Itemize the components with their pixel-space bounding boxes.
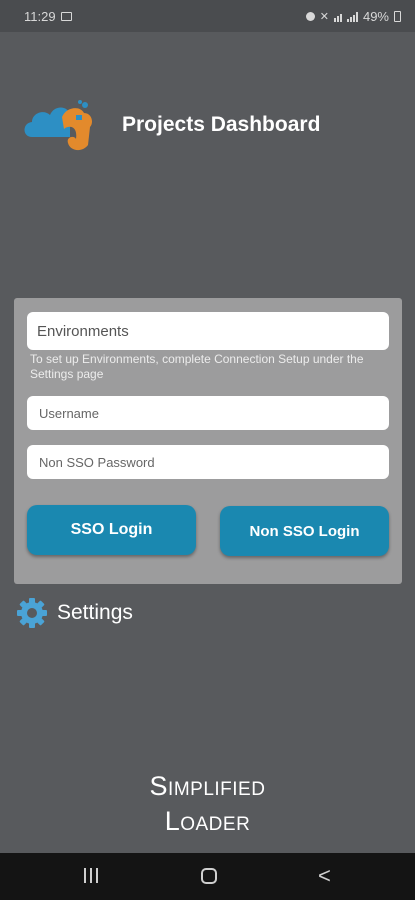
non-sso-password-input[interactable] (37, 453, 389, 471)
username-input[interactable] (37, 404, 389, 422)
status-icons: ✕ 49% (305, 9, 401, 24)
battery-text: 49% (362, 9, 389, 24)
alarm-icon (305, 12, 315, 21)
brand-line-2: Loader (164, 806, 251, 836)
sso-login-button[interactable]: SSO Login (27, 505, 196, 555)
system-nav-bar: < (0, 853, 415, 900)
home-icon[interactable] (201, 868, 217, 884)
login-panel: Environments To set up Environments, com… (14, 298, 402, 584)
environments-label: Environments (37, 322, 129, 340)
non-sso-login-button[interactable]: Non SSO Login (220, 506, 389, 556)
status-time: 11:29 (24, 9, 56, 24)
gear-icon (17, 598, 47, 628)
settings-link[interactable]: Settings (16, 597, 133, 629)
recents-icon[interactable] (84, 868, 98, 883)
mute-icon: ✕ (319, 11, 329, 23)
app-title: Projects Dashboard (122, 113, 321, 136)
username-field-wrapper (27, 396, 389, 430)
brand-line-1: Simplified (149, 771, 266, 801)
password-field-wrapper (27, 445, 389, 479)
cloud-logo-icon (24, 100, 92, 151)
wifi-icon (333, 12, 342, 22)
status-time-group: 11:29 (24, 9, 72, 24)
settings-label: Settings (57, 601, 133, 624)
environments-helper-text: To set up Environments, complete Connect… (30, 352, 364, 381)
status-bar: 11:29 ✕ 49% (0, 0, 415, 32)
signal-icon (346, 11, 358, 22)
environments-dropdown[interactable]: Environments (27, 312, 389, 350)
back-icon[interactable]: < (318, 865, 331, 887)
screenshot-icon (60, 12, 72, 21)
battery-icon (394, 11, 401, 22)
